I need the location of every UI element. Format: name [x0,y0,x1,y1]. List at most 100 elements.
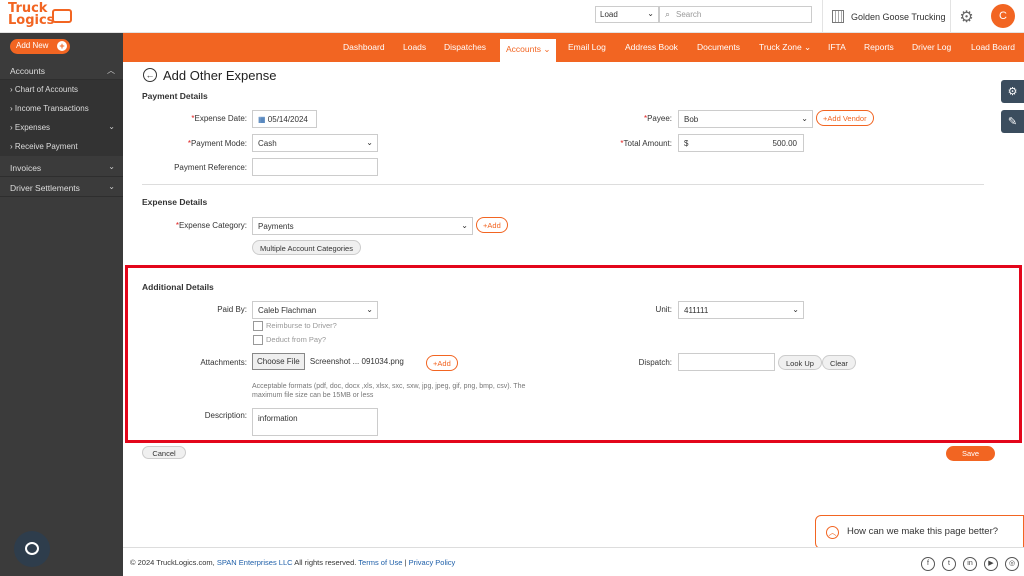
description-textarea[interactable]: information [252,408,378,436]
file-input[interactable]: Choose File Screenshot ... 091034.png [252,353,422,373]
unit-value: 411111 [684,306,709,315]
expense-date-label-text: Expense Date: [194,114,247,123]
sidebar-invoices-label: Invoices [10,163,42,173]
search-input[interactable]: ⌕ Search [659,6,812,23]
facebook-icon[interactable]: f [921,557,935,571]
sidebar-label: Chart of Accounts [14,85,79,94]
user-avatar[interactable]: C [991,4,1015,28]
sidebar-item-chart-of-accounts[interactable]: › Chart of Accounts [0,80,123,99]
file-name: Screenshot ... 091034.png [309,357,404,366]
paid-by-select[interactable]: Caleb Flachman ⌄ [252,301,378,319]
expense-category-label: *Expense Category: [175,221,247,230]
add-vendor-button[interactable]: +Add Vendor [816,110,874,126]
nav-truck-zone[interactable]: Truck Zone ⌄ [759,42,811,53]
search-placeholder: Search [676,10,702,19]
nav-address-book[interactable]: Address Book [625,42,678,52]
sidebar-item-income-transactions[interactable]: › Income Transactions [0,99,123,118]
add-new-label: Add New [16,41,49,50]
chevron-down-icon: ⌄ [647,9,654,18]
nav-accounts-label: Accounts [506,44,541,54]
reimburse-checkbox[interactable]: Reimburse to Driver? [253,321,337,332]
unit-select[interactable]: 411111 ⌄ [678,301,804,319]
plus-icon: + [57,41,67,51]
nav-ifta[interactable]: IFTA [828,42,846,52]
company-selector[interactable]: Golden Goose Trucking [822,0,946,33]
clear-button[interactable]: Clear [822,355,856,370]
footer-company-link[interactable]: SPAN Enterprises LLC [217,558,293,567]
top-bar: Truck Logics Load ⌄ ⌕ Search Golden Goos… [0,0,1024,33]
save-button[interactable]: Save [946,446,995,461]
sidebar-label: Receive Payment [14,142,78,151]
add-category-label: Add [487,221,501,230]
section-divider [142,184,984,185]
footer-terms-link[interactable]: Terms of Use [358,558,402,567]
paid-by-label: Paid By: [217,305,247,314]
back-arrow-icon[interactable]: ← [143,68,157,82]
look-up-button[interactable]: Look Up [778,355,822,370]
payee-value: Bob [684,115,699,124]
search-type-select[interactable]: Load ⌄ [595,6,659,23]
payee-label-text: Payee: [647,114,672,123]
multiple-account-categories-button[interactable]: Multiple Account Categories [252,240,361,255]
footer-privacy-link[interactable]: Privacy Policy [409,558,456,567]
add-attachment-label: Add [437,359,451,368]
add-category-button[interactable]: +Add [476,217,508,233]
dispatch-label: Dispatch: [638,358,672,367]
trucklogics-logo[interactable]: Truck Logics [8,2,72,30]
cancel-button[interactable]: Cancel [142,446,186,459]
payment-mode-select[interactable]: Cash ⌄ [252,134,378,152]
chevron-down-icon: ⌄ [801,114,808,123]
total-amount-field[interactable]: $ 500.00 [678,134,804,152]
search-type-value: Load [600,10,618,19]
sidebar-item-expenses[interactable]: › Expenses ⌄ [0,118,123,137]
format-hint-line2: maximum file size can be 15MB or less [252,392,374,399]
search-icon: ⌕ [665,9,671,19]
total-amount-value: 500.00 [772,139,797,148]
description-label: Description: [204,411,247,420]
main-nav: Dashboard Loads Dispatches Accounts ⌄ Em… [123,33,1024,62]
nav-accounts[interactable]: Accounts ⌄ [500,39,557,62]
nav-dispatches[interactable]: Dispatches [444,42,486,52]
sidebar-item-accounts[interactable]: Accounts ︿ [0,61,123,80]
payment-reference-field[interactable] [252,158,378,176]
chevron-down-icon: ⌄ [804,42,812,52]
nav-loads[interactable]: Loads [403,42,426,52]
expense-category-select[interactable]: Payments ⌄ [252,217,473,235]
nav-load-board[interactable]: Load Board [971,42,1015,52]
total-amount-label: *Total Amount: [620,139,672,148]
format-hint-line1: Acceptable formats (pdf, doc, docx ,xls,… [252,383,526,390]
nav-dashboard[interactable]: Dashboard [343,42,385,52]
choose-file-button[interactable]: Choose File [252,353,305,370]
twitter-icon[interactable]: t [942,557,956,571]
settings-tool-icon[interactable]: ⚙ [1001,80,1024,103]
add-attachment-button[interactable]: +Add [426,355,458,371]
settings-gear-icon[interactable]: ⚙ [950,0,982,33]
sidebar-item-driver-settlements[interactable]: Driver Settlements ⌄ [0,178,123,197]
expense-date-field[interactable]: ▦ 05/14/2024 [252,110,317,128]
nav-email-log[interactable]: Email Log [568,42,606,52]
checkbox-box [253,321,263,332]
expense-category-label-text: Expense Category: [178,221,247,230]
deduct-checkbox[interactable]: Deduct from Pay? [253,335,327,346]
dispatch-field[interactable] [678,353,775,371]
sidebar-item-receive-payment[interactable]: › Receive Payment [0,137,123,156]
notes-tool-icon[interactable]: ✎ [1001,110,1024,133]
chat-launcher-icon[interactable] [14,531,50,567]
footer-copyright: © 2024 TruckLogics.com, [130,558,215,567]
nav-driver-log[interactable]: Driver Log [912,42,951,52]
add-vendor-label: Add Vendor [827,114,867,123]
payment-mode-label-text: Payment Mode: [190,139,247,148]
deduct-label: Deduct from Pay? [266,335,327,344]
nav-reports[interactable]: Reports [864,42,894,52]
payee-select[interactable]: Bob ⌄ [678,110,813,128]
linkedin-icon[interactable]: in [963,557,977,571]
add-new-button[interactable]: Add New + [10,39,70,54]
sidebar: Add New + Accounts ︿ › Chart of Accounts… [0,33,123,576]
chevron-down-icon: ⌄ [543,44,551,54]
nav-documents[interactable]: Documents [697,42,740,52]
feedback-widget[interactable]: ︿ How can we make this page better? [815,515,1024,549]
instagram-icon[interactable]: ◎ [1005,557,1019,571]
youtube-icon[interactable]: ▶ [984,557,998,571]
sidebar-item-invoices[interactable]: Invoices ⌄ [0,158,123,177]
chevron-down-icon: ⌄ [366,138,373,147]
